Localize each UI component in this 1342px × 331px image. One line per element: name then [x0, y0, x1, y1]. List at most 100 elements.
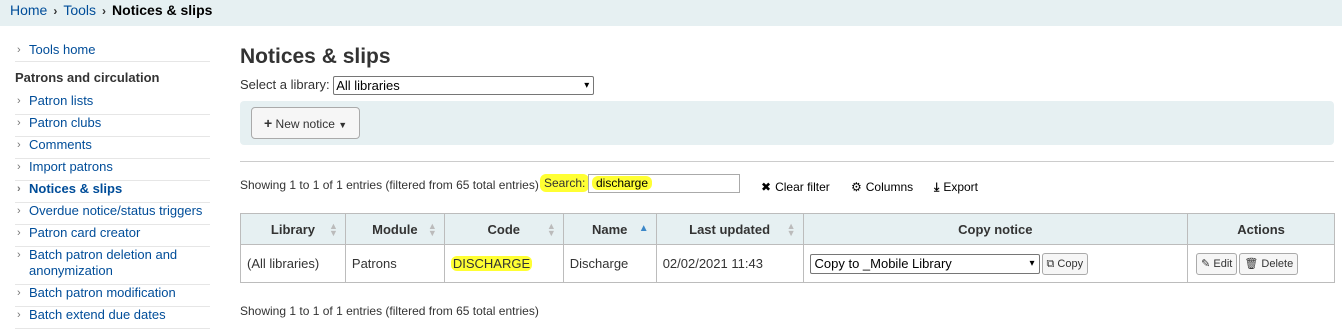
- delete-button[interactable]: 🗑 Delete: [1239, 252, 1299, 275]
- toolbar: + New notice ▼: [240, 101, 1334, 145]
- sort-icon: ▲ ▼: [328, 221, 338, 238]
- copy-button-label: Copy: [1057, 257, 1084, 270]
- new-notice-button[interactable]: + New notice ▼: [251, 107, 360, 139]
- column-header-label: Copy notice: [958, 221, 1033, 237]
- library-select[interactable]: All libraries ▾: [333, 76, 595, 96]
- chevron-right-icon: ›: [17, 227, 21, 239]
- breadcrumb-home-link[interactable]: Home: [10, 2, 47, 18]
- columns-button[interactable]: ⚙ Columns: [851, 179, 913, 195]
- cell-actions: ✎ Edit 🗑 Delete: [1187, 244, 1335, 283]
- delete-button-label: Delete: [1261, 257, 1294, 270]
- sidebar-item-comments[interactable]: › Comments: [15, 137, 210, 159]
- column-header-module[interactable]: Module ▲ ▼: [344, 213, 445, 245]
- breadcrumb-current: Notices & slips: [112, 2, 213, 18]
- pencil-icon: ✎: [1201, 257, 1211, 270]
- notices-table: Library ▲ ▼ Module ▲ ▼ Code ▲ ▼ Name ▲ Last upd…: [240, 213, 1335, 283]
- table-row: (All libraries) Patrons DISCHARGE Discha…: [240, 244, 1335, 283]
- column-header-label: Actions: [1237, 221, 1285, 237]
- sidebar-item-patron-card-creator[interactable]: › Patron card creator: [15, 225, 210, 247]
- clear-filter-button[interactable]: ✖ Clear filter: [761, 179, 830, 195]
- table-header-row: Library ▲ ▼ Module ▲ ▼ Code ▲ ▼ Name ▲ Last upd…: [240, 213, 1335, 245]
- sort-icon: ▲ ▼: [427, 221, 437, 238]
- new-notice-label: New notice: [275, 117, 335, 131]
- cell-module: Patrons: [344, 244, 445, 283]
- chevron-right-icon: ›: [17, 309, 21, 321]
- sidebar-item-label: Comments: [29, 137, 92, 152]
- breadcrumb-tools-link[interactable]: Tools: [63, 2, 96, 18]
- export-label: Export: [943, 180, 978, 194]
- sidebar-heading: Patrons and circulation: [15, 70, 160, 85]
- sidebar-item-batch-extend-due-dates[interactable]: › Batch extend due dates: [15, 307, 210, 329]
- cell-code: DISCHARGE: [443, 244, 564, 283]
- sidebar-item-patron-clubs[interactable]: › Patron clubs: [15, 115, 210, 137]
- sidebar-item-label: Batch extend due dates: [29, 307, 166, 322]
- breadcrumb: Home › Tools › Notices & slips: [0, 0, 1342, 26]
- gear-icon: ⚙: [851, 180, 862, 194]
- chevron-right-icon: ›: [17, 44, 21, 56]
- sidebar-item-label: Overdue notice/status triggers: [29, 203, 203, 218]
- copy-icon: ⧉: [1046, 257, 1055, 270]
- chevron-right-icon: ›: [17, 117, 21, 129]
- library-select-value: All libraries: [336, 78, 400, 94]
- cell-last-updated: 02/02/2021 11:43: [655, 244, 804, 283]
- column-header-name[interactable]: Name ▲: [562, 213, 657, 245]
- column-header-last-updated[interactable]: Last updated ▲ ▼: [655, 213, 804, 245]
- chevron-right-icon: ›: [17, 287, 21, 299]
- chevron-down-icon: ▾: [584, 80, 590, 92]
- plus-icon: +: [264, 115, 273, 131]
- column-header-label: Library: [270, 221, 315, 237]
- chevron-right-icon: ›: [17, 183, 21, 195]
- table-info-bottom: Showing 1 to 1 of 1 entries (filtered fr…: [240, 304, 539, 318]
- search-input-value: discharge: [592, 176, 653, 190]
- search-label: Search:: [540, 174, 590, 192]
- column-header-label: Code: [487, 221, 521, 237]
- sidebar-item-patron-lists[interactable]: › Patron lists: [15, 93, 210, 115]
- export-button[interactable]: ⤓ Export: [934, 179, 978, 195]
- sidebar-item-import-patrons[interactable]: › Import patrons: [15, 159, 210, 181]
- breadcrumb-separator: ›: [102, 4, 107, 18]
- breadcrumb-separator: ›: [53, 4, 58, 18]
- download-icon: ⤓: [934, 180, 940, 194]
- sidebar-item-tools-home[interactable]: › Tools home: [15, 42, 210, 62]
- sidebar-item-notices-slips[interactable]: › Notices & slips: [15, 181, 210, 203]
- divider: [240, 161, 1334, 162]
- cell-name: Discharge: [562, 244, 657, 283]
- column-header-library[interactable]: Library ▲ ▼: [240, 213, 346, 245]
- copy-button[interactable]: ⧉ Copy: [1041, 252, 1089, 275]
- column-header-label: Module: [372, 221, 418, 237]
- column-header-copy-notice: Copy notice: [802, 213, 1189, 245]
- chevron-right-icon: ›: [17, 95, 21, 107]
- chevron-right-icon: ›: [17, 205, 21, 217]
- sidebar-item-label: Batch patron deletion and anonymization: [29, 247, 178, 278]
- sidebar-item-batch-patron-deletion[interactable]: › Batch patron deletion and anonymization: [15, 247, 210, 285]
- copy-library-select[interactable]: Copy to _Mobile Library ▾: [809, 253, 1040, 274]
- page-title: Notices & slips: [240, 45, 391, 68]
- cell-library: (All libraries): [240, 244, 346, 283]
- sidebar-item-label: Patron card creator: [29, 225, 141, 240]
- sort-icon: ▲ ▼: [546, 221, 556, 238]
- column-header-label: Last updated: [689, 221, 771, 237]
- sidebar-item-batch-patron-modification[interactable]: › Batch patron modification: [15, 285, 210, 307]
- library-label: Select a library:: [240, 77, 330, 92]
- clear-filter-label: Clear filter: [775, 180, 830, 194]
- sort-asc-icon: ▲: [638, 223, 649, 234]
- chevron-right-icon: ›: [17, 249, 21, 261]
- sidebar-item-overdue-triggers[interactable]: › Overdue notice/status triggers: [15, 203, 210, 225]
- column-header-label: Name: [592, 221, 628, 237]
- column-header-code[interactable]: Code ▲ ▼: [443, 213, 564, 245]
- search-input[interactable]: discharge: [588, 174, 740, 193]
- sidebar-item-label: Patron lists: [29, 93, 94, 108]
- sort-icon: ▲ ▼: [786, 221, 796, 238]
- chevron-right-icon: ›: [17, 161, 21, 173]
- close-icon: ✖: [761, 180, 772, 194]
- copy-library-value: Copy to _Mobile Library: [814, 255, 952, 271]
- caret-down-icon: ▼: [338, 120, 348, 130]
- edit-button[interactable]: ✎ Edit: [1196, 252, 1238, 275]
- edit-button-label: Edit: [1213, 257, 1233, 270]
- trash-icon: 🗑: [1244, 257, 1259, 270]
- table-info-top: Showing 1 to 1 of 1 entries (filtered fr…: [240, 178, 539, 192]
- columns-label: Columns: [865, 180, 914, 194]
- code-value: DISCHARGE: [450, 256, 533, 271]
- sidebar-item-label: Batch patron modification: [29, 285, 176, 300]
- sidebar-item-label: Notices & slips: [29, 181, 123, 196]
